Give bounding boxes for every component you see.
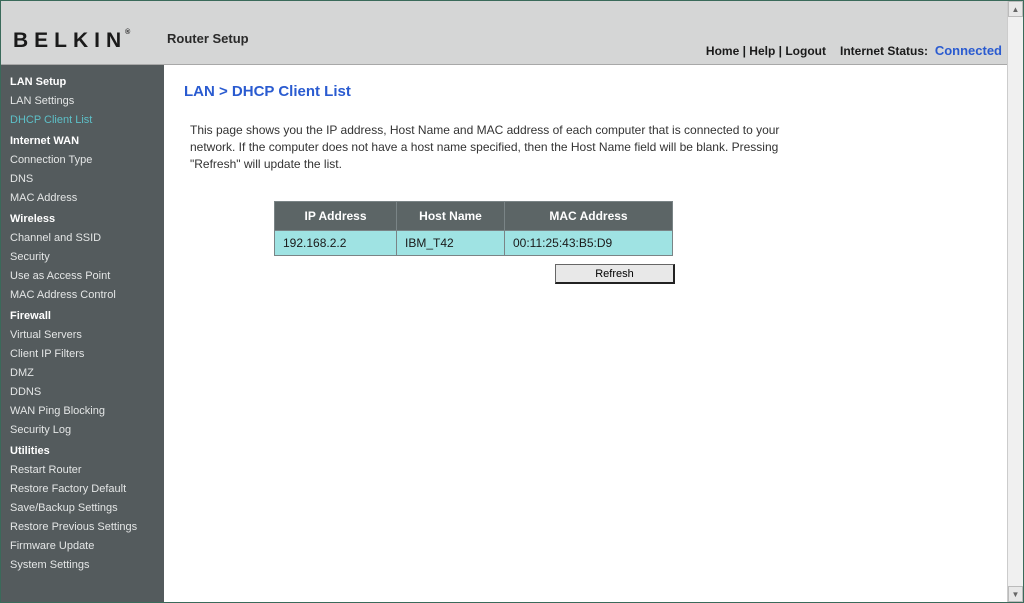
sidebar-item-security[interactable]: Security <box>10 248 164 267</box>
logout-link[interactable]: Logout <box>785 44 826 58</box>
sidebar-item-access-point[interactable]: Use as Access Point <box>10 267 164 286</box>
sidebar: LAN Setup LAN Settings DHCP Client List … <box>1 65 164 602</box>
refresh-button[interactable]: Refresh <box>555 264 675 284</box>
sidebar-item-connection-type[interactable]: Connection Type <box>10 151 164 170</box>
table-header-row: IP Address Host Name MAC Address <box>275 202 673 231</box>
sidebar-item-channel-ssid[interactable]: Channel and SSID <box>10 229 164 248</box>
sidebar-item-restore-factory[interactable]: Restore Factory Default <box>10 480 164 499</box>
sidebar-heading-lan-setup: LAN Setup <box>10 73 164 92</box>
col-header-mac: MAC Address <box>505 202 673 231</box>
sidebar-heading-firewall: Firewall <box>10 307 164 326</box>
internet-status-label: Internet Status: <box>840 44 928 58</box>
sidebar-item-virtual-servers[interactable]: Virtual Servers <box>10 326 164 345</box>
col-header-ip: IP Address <box>275 202 397 231</box>
sidebar-item-client-ip-filters[interactable]: Client IP Filters <box>10 345 164 364</box>
sidebar-item-mac-address[interactable]: MAC Address <box>10 189 164 208</box>
sidebar-item-dmz[interactable]: DMZ <box>10 364 164 383</box>
table-row: 192.168.2.2 IBM_T42 00:11:25:43:B5:D9 <box>275 231 673 256</box>
cell-mac: 00:11:25:43:B5:D9 <box>505 231 673 256</box>
sidebar-item-restore-previous[interactable]: Restore Previous Settings <box>10 518 164 537</box>
sidebar-item-restart-router[interactable]: Restart Router <box>10 461 164 480</box>
home-link[interactable]: Home <box>706 44 739 58</box>
page-description: This page shows you the IP address, Host… <box>190 122 790 173</box>
sidebar-item-firmware-update[interactable]: Firmware Update <box>10 537 164 556</box>
internet-status-value: Connected <box>935 43 1002 58</box>
sidebar-item-dns[interactable]: DNS <box>10 170 164 189</box>
header-bar: BELKIN® Router Setup Home | Help | Logou… <box>1 1 1008 65</box>
sidebar-item-wan-ping[interactable]: WAN Ping Blocking <box>10 402 164 421</box>
page-content: LAN > DHCP Client List This page shows y… <box>164 65 1008 602</box>
sidebar-item-security-log[interactable]: Security Log <box>10 421 164 440</box>
sidebar-heading-wireless: Wireless <box>10 210 164 229</box>
sidebar-item-dhcp-client-list[interactable]: DHCP Client List <box>10 111 164 130</box>
belkin-logo: BELKIN® <box>13 29 130 53</box>
page-title: LAN > DHCP Client List <box>184 83 988 100</box>
cell-host: IBM_T42 <box>397 231 505 256</box>
sidebar-heading-internet-wan: Internet WAN <box>10 132 164 151</box>
help-link[interactable]: Help <box>749 44 775 58</box>
top-links: Home | Help | Logout <box>706 44 826 58</box>
vertical-scrollbar[interactable]: ▲ ▼ <box>1007 1 1023 602</box>
col-header-host: Host Name <box>397 202 505 231</box>
scroll-up-icon[interactable]: ▲ <box>1008 1 1023 17</box>
app-title: Router Setup <box>167 31 249 46</box>
cell-ip: 192.168.2.2 <box>275 231 397 256</box>
sidebar-heading-utilities: Utilities <box>10 442 164 461</box>
sidebar-item-mac-control[interactable]: MAC Address Control <box>10 286 164 305</box>
sidebar-item-system-settings[interactable]: System Settings <box>10 556 164 575</box>
sidebar-item-save-backup[interactable]: Save/Backup Settings <box>10 499 164 518</box>
sidebar-item-lan-settings[interactable]: LAN Settings <box>10 92 164 111</box>
dhcp-client-table: IP Address Host Name MAC Address 192.168… <box>274 201 673 256</box>
scroll-down-icon[interactable]: ▼ <box>1008 586 1023 602</box>
sidebar-item-ddns[interactable]: DDNS <box>10 383 164 402</box>
